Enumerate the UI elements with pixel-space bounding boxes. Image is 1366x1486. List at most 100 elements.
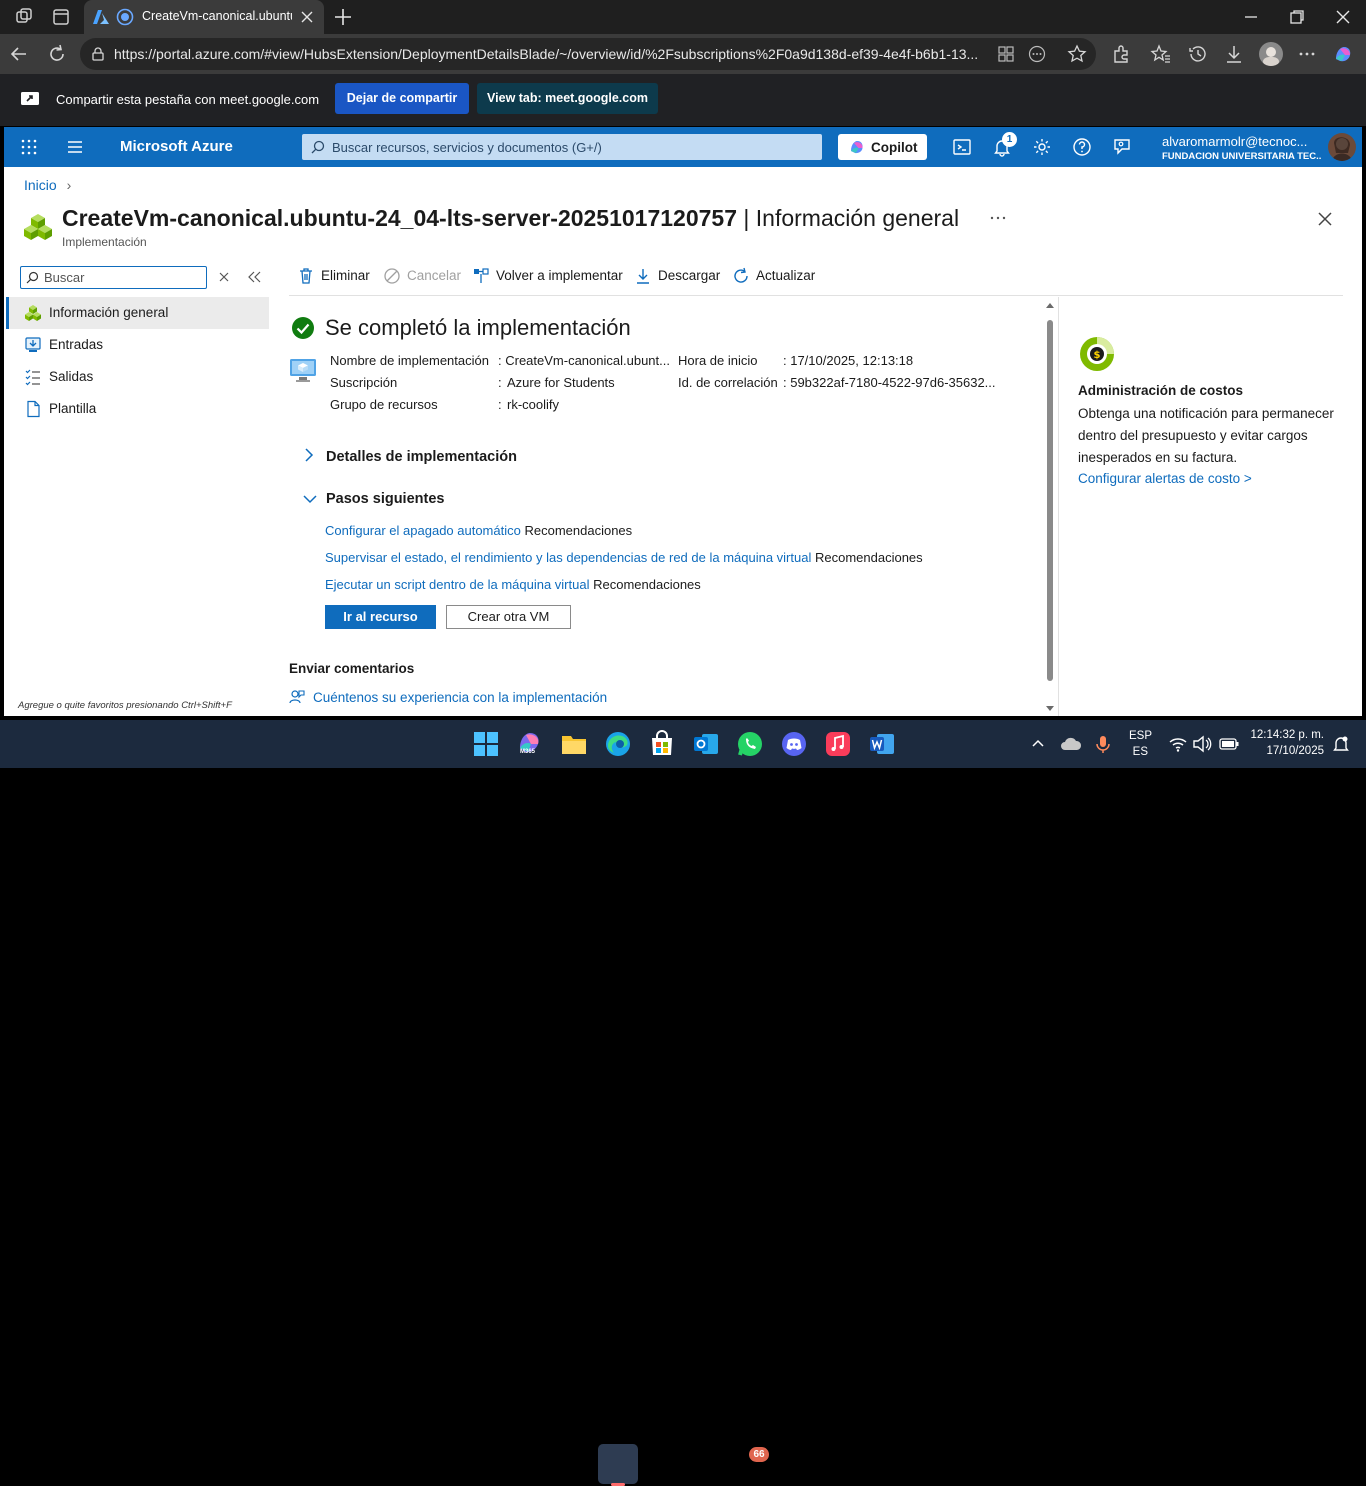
volume-icon[interactable] xyxy=(1192,735,1212,753)
breadcrumb-home-link[interactable]: Inicio xyxy=(24,177,57,193)
sidebar-search-input[interactable]: Buscar xyxy=(20,266,207,289)
redeploy-button[interactable]: Volver a implementar xyxy=(474,268,623,283)
more-options-icon[interactable] xyxy=(989,209,1007,227)
tab-title: CreateVm-canonical.ubuntu-24_04-lts-serv… xyxy=(142,9,292,23)
correlation-id-value: : 59b322af-7180-4522-97d6-35632... xyxy=(783,375,996,390)
download-label: Descargar xyxy=(658,268,721,283)
clock-date[interactable]: 17/10/2025 xyxy=(1244,745,1324,757)
address-bar[interactable]: https://portal.azure.com/#view/HubsExten… xyxy=(80,38,1096,70)
portal-menu-icon[interactable] xyxy=(66,138,84,156)
sidebar-item-inputs[interactable]: Entradas xyxy=(6,329,269,361)
extensions-icon[interactable] xyxy=(1110,43,1132,65)
configure-cost-alerts-link[interactable]: Configurar alertas de costo > xyxy=(1078,471,1252,486)
wifi-icon[interactable] xyxy=(1168,735,1188,753)
start-time-value: : 17/10/2025, 12:13:18 xyxy=(783,353,914,368)
onedrive-cloud-icon[interactable] xyxy=(1060,735,1082,753)
global-search-input[interactable]: Buscar recursos, servicios y documentos … xyxy=(302,134,822,160)
favorite-star-icon[interactable] xyxy=(1067,44,1087,64)
create-another-vm-button[interactable]: Crear otra VM xyxy=(446,605,571,629)
copilot-label: Copilot xyxy=(871,140,918,155)
word-icon[interactable] xyxy=(868,730,896,758)
apple-music-icon[interactable] xyxy=(824,730,852,758)
delete-button[interactable]: Eliminar xyxy=(300,268,370,284)
restore-icon[interactable] xyxy=(1288,8,1306,26)
deployment-details-section[interactable]: Detalles de implementación xyxy=(326,449,517,465)
microsoft-store-icon[interactable] xyxy=(648,730,676,758)
feedback-link[interactable]: Cuéntenos su experiencia con la implemen… xyxy=(313,690,607,705)
refresh-button[interactable]: Actualizar xyxy=(734,267,815,283)
microphone-icon[interactable] xyxy=(1095,734,1111,754)
go-to-resource-button[interactable]: Ir al recurso xyxy=(325,605,436,629)
copilot-browser-icon[interactable] xyxy=(1332,43,1354,65)
vertical-tabs-icon[interactable] xyxy=(50,6,72,28)
subscription-colon: : xyxy=(498,375,502,390)
whatsapp-icon[interactable] xyxy=(736,730,764,758)
collapse-sidebar-icon[interactable] xyxy=(247,271,261,283)
windows-taskbar: M365 66 ESP ES 12:14:32 p. m. 17/10/2025 xyxy=(0,720,1366,1486)
active-tab[interactable]: CreateVm-canonical.ubuntu-24_04-lts-serv… xyxy=(84,0,324,34)
microsoft-365-icon[interactable]: M365 xyxy=(516,730,544,758)
more-tools-icon[interactable] xyxy=(1027,44,1047,64)
edge-browser-icon[interactable] xyxy=(604,730,632,758)
minimize-icon[interactable] xyxy=(1242,8,1260,26)
url-text[interactable]: https://portal.azure.com/#view/HubsExten… xyxy=(114,46,984,62)
reload-icon[interactable] xyxy=(46,43,68,65)
favorites-icon[interactable] xyxy=(1150,43,1172,65)
profile-avatar[interactable] xyxy=(1259,42,1283,66)
view-tab-button[interactable]: View tab: meet.google.com xyxy=(477,83,658,114)
auto-shutdown-link[interactable]: Configurar el apagado automático xyxy=(325,523,521,538)
cloud-shell-icon[interactable] xyxy=(952,137,972,157)
account-avatar[interactable] xyxy=(1328,133,1356,161)
battery-icon[interactable] xyxy=(1218,735,1240,753)
start-time-label: Hora de inicio xyxy=(678,353,758,368)
copilot-button[interactable]: Copilot xyxy=(838,134,927,160)
input-language-2[interactable]: ES xyxy=(1124,746,1148,758)
site-info-lock-icon[interactable] xyxy=(90,46,106,62)
close-tab-icon[interactable] xyxy=(300,10,314,24)
start-windows-icon[interactable] xyxy=(472,730,500,758)
apps-available-icon[interactable] xyxy=(996,44,1016,64)
workspaces-icon[interactable] xyxy=(14,6,36,28)
sidebar-item-outputs[interactable]: Salidas xyxy=(6,361,269,393)
svg-text:$: $ xyxy=(1094,350,1101,361)
file-explorer-icon[interactable] xyxy=(560,730,588,758)
app-launcher-icon[interactable] xyxy=(20,138,38,156)
stop-sharing-button[interactable]: Dejar de compartir xyxy=(335,83,469,114)
cancel-button[interactable]: Cancelar xyxy=(384,268,461,284)
settings-more-icon[interactable] xyxy=(1296,43,1318,65)
favorites-hint: Agregue o quite favoritos presionando Ct… xyxy=(18,700,232,711)
azure-brand[interactable]: Microsoft Azure xyxy=(120,138,233,155)
sidebar-item-template[interactable]: Plantilla xyxy=(6,393,269,425)
notification-center-icon[interactable] xyxy=(1332,734,1350,754)
back-icon[interactable] xyxy=(8,43,30,65)
close-window-icon[interactable] xyxy=(1334,8,1352,26)
close-blade-icon[interactable] xyxy=(1317,211,1333,227)
settings-gear-icon[interactable] xyxy=(1032,137,1052,157)
expand-chevron-icon[interactable] xyxy=(302,447,316,463)
account-org[interactable]: FUNDACION UNIVERSITARIA TEC... xyxy=(1162,151,1322,162)
next-steps-section[interactable]: Pasos siguientes xyxy=(326,491,444,507)
download-button[interactable]: Descargar xyxy=(637,268,721,284)
collapse-chevron-icon[interactable] xyxy=(302,492,318,506)
downloads-icon[interactable] xyxy=(1223,43,1245,65)
run-script-link[interactable]: Ejecutar un script dentro de la máquina … xyxy=(325,577,589,592)
new-tab-icon[interactable] xyxy=(332,6,354,28)
sidebar-item-overview[interactable]: Información general xyxy=(6,297,269,329)
next-step-item: Ejecutar un script dentro de la máquina … xyxy=(325,577,701,592)
show-hidden-icons-chevron[interactable] xyxy=(1030,736,1046,752)
resource-group-link[interactable]: rk-coolify xyxy=(507,397,559,412)
clock-time[interactable]: 12:14:32 p. m. xyxy=(1244,729,1324,741)
feedback-icon[interactable] xyxy=(1112,137,1132,157)
m365-label: M365 xyxy=(520,749,536,755)
content-scrollbar[interactable] xyxy=(1044,298,1056,716)
help-icon[interactable] xyxy=(1072,137,1092,157)
subscription-link[interactable]: Azure for Students xyxy=(507,375,615,390)
clear-search-icon[interactable] xyxy=(218,271,230,283)
outlook-icon[interactable] xyxy=(692,730,720,758)
discord-icon[interactable] xyxy=(780,730,808,758)
input-language-1[interactable]: ESP xyxy=(1124,730,1152,742)
tab-share-bar: Compartir esta pestaña con meet.google.c… xyxy=(0,74,1366,126)
monitor-vm-link[interactable]: Supervisar el estado, el rendimiento y l… xyxy=(325,550,811,565)
history-icon[interactable] xyxy=(1187,43,1209,65)
account-name[interactable]: alvaromarmolr@tecnoc... xyxy=(1162,134,1322,149)
